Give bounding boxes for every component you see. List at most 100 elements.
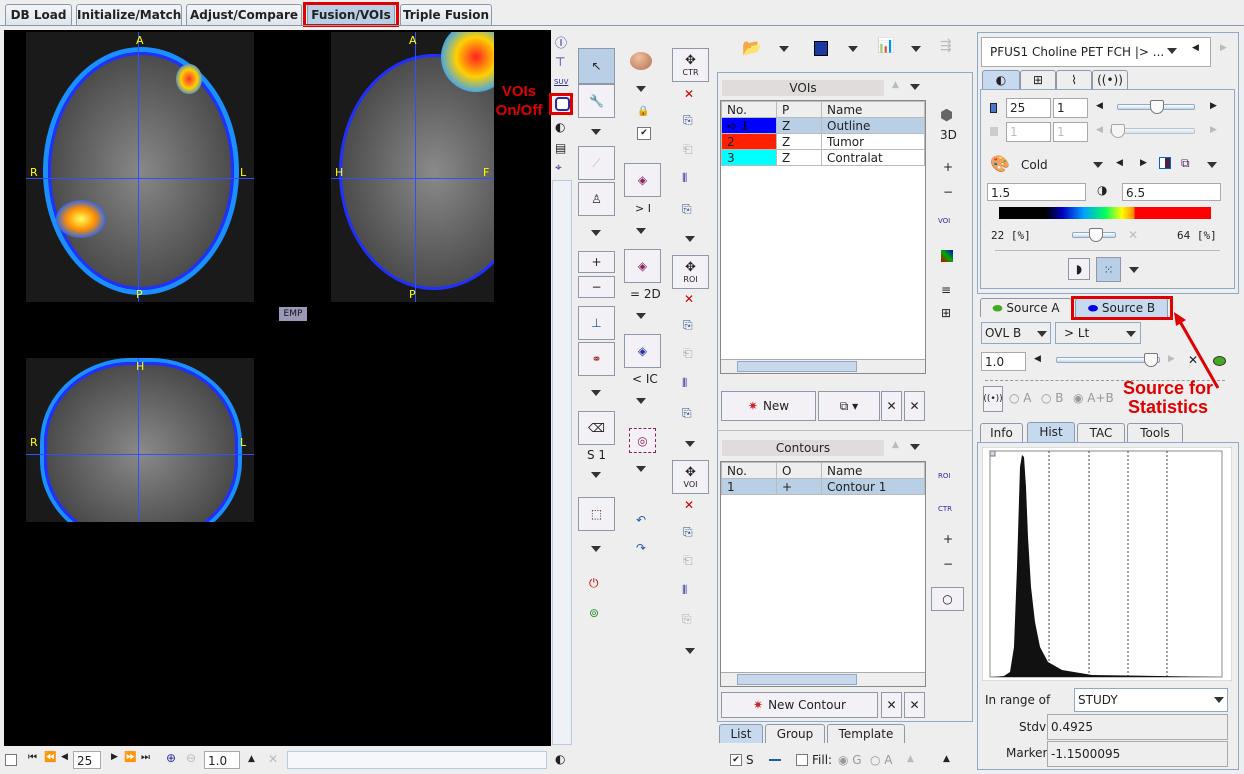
remove-voi-button[interactable]: − [943, 185, 953, 199]
frame2-slider[interactable] [1110, 124, 1195, 138]
power-icon[interactable]: ⏻ [589, 576, 599, 591]
dropdown-arrow[interactable] [848, 46, 858, 52]
threshold-gt-button[interactable]: ◈ [624, 163, 661, 197]
dropdown-arrow[interactable] [1207, 162, 1217, 168]
3d-label[interactable]: 3D [940, 128, 957, 142]
print-icon[interactable]: ▤ [555, 141, 566, 155]
max-input[interactable]: 6.5 [1122, 183, 1221, 201]
col-no[interactable]: No. [721, 462, 777, 479]
dropdown-arrow[interactable] [685, 441, 695, 447]
paste-icon[interactable]: ⎗ [683, 346, 693, 361]
tab-source-a[interactable]: ⬬ Source A [980, 298, 1072, 317]
tab-layout[interactable]: ⊞ [1020, 70, 1056, 89]
next-icon[interactable]: ▶ [1210, 125, 1217, 135]
copy-icon[interactable]: ⎘ [683, 113, 693, 128]
threshold-2d-button[interactable]: ◈ [624, 249, 661, 283]
tab-db-load[interactable]: DB Load [5, 4, 72, 25]
coronal-image[interactable]: H R L [26, 358, 254, 522]
mirror-icon[interactable]: ⦀ [682, 376, 687, 391]
axial-image[interactable]: A P R L [26, 32, 254, 302]
roi-move-button[interactable]: ✥ ROI [672, 255, 709, 289]
slider-thumb[interactable] [1143, 353, 1158, 367]
dropdown-arrow[interactable] [1214, 697, 1224, 703]
voi-icon[interactable]: VOI [938, 217, 950, 225]
zoom-input[interactable]: 1.0 [204, 751, 240, 769]
ctr-icon[interactable]: CTR [938, 505, 952, 513]
sagittal-image[interactable]: A P H F [331, 32, 494, 302]
fusion-stats-button[interactable]: ((•)) [983, 386, 1003, 412]
combine-button[interactable]: ⧉ ▾ [818, 391, 880, 421]
new-contour-button[interactable]: ✷ New Contour [721, 692, 878, 718]
zoom-plus-button[interactable]: + [578, 251, 615, 273]
voi-row[interactable]: 3 Z Contralat [721, 149, 925, 166]
checkbox-icon[interactable]: ✔ [637, 127, 651, 140]
col-name[interactable]: Name [821, 101, 925, 118]
next-icon[interactable]: ▶ [1220, 43, 1227, 53]
dropdown-arrow[interactable] [910, 84, 920, 90]
threshold-ic-button[interactable]: ◈ [624, 334, 661, 368]
horizontal-scrollbar[interactable] [287, 751, 547, 769]
slice-input[interactable]: 25 [73, 751, 101, 769]
tab-hist[interactable]: Hist [1027, 422, 1075, 442]
col-p[interactable]: P [776, 101, 822, 118]
tab-group[interactable]: Group [765, 724, 825, 743]
add-paste-icon[interactable]: ⎘ [682, 406, 692, 421]
delete-icon[interactable]: ✕ [684, 292, 694, 306]
first-slice-icon[interactable]: ⏮ [28, 752, 37, 763]
copy-icon[interactable]: ⎘ [683, 525, 693, 540]
invert-icon[interactable] [1159, 157, 1171, 169]
vertical-scrollbar[interactable] [552, 180, 572, 745]
dropdown-arrow[interactable] [1129, 267, 1139, 273]
contour-shape-button[interactable]: ○ [931, 587, 964, 611]
frame2-input[interactable]: 1 [1006, 122, 1051, 142]
dropdown-arrow[interactable] [636, 86, 646, 92]
suv-icon[interactable]: SUV [554, 78, 568, 86]
voi-table[interactable]: No. P Name ➪ 1 Z Outline 2 Z Tumor 3 Z Contralat [720, 100, 926, 374]
dropdown-arrow[interactable] [1037, 331, 1047, 337]
opacity-input[interactable]: 1.0 [981, 352, 1026, 371]
remove-contour-button[interactable]: − [943, 557, 953, 571]
contour-row[interactable]: 1 + Contour 1 [721, 478, 925, 495]
delete-all-contours-button[interactable]: ✕ [904, 692, 925, 718]
collapse-icon[interactable]: ▲ [943, 754, 950, 764]
col-o[interactable]: O [776, 462, 822, 479]
up-arrow-icon[interactable]: ▲ [892, 80, 899, 90]
next-frame-icon[interactable]: ▶ [1210, 101, 1217, 111]
reset-icon[interactable]: ✕ [1128, 228, 1138, 242]
tab-adjust-compare[interactable]: Adjust/Compare [186, 4, 302, 25]
dropdown-arrow[interactable] [1126, 331, 1136, 337]
tab-template[interactable]: Template [827, 724, 905, 743]
prev-colormap-icon[interactable]: ◀ [1116, 158, 1123, 168]
reset-icon[interactable]: ✕ [268, 752, 278, 766]
save-icon[interactable] [814, 41, 828, 56]
fast-forward-icon[interactable]: ⏩ [124, 752, 136, 763]
dropdown-arrow[interactable] [910, 444, 920, 450]
histogram-chart[interactable] [982, 447, 1232, 681]
tab-contrast[interactable]: ◐ [982, 70, 1020, 89]
fast-back-icon[interactable]: ⏪ [44, 752, 56, 763]
radio-g[interactable]: ◉ G [838, 753, 862, 767]
tab-chart[interactable]: ⌇ [1056, 70, 1092, 89]
add-contour-button[interactable]: + [943, 532, 953, 546]
paste-icon[interactable]: ⎗ [683, 553, 693, 568]
up-arrow-icon[interactable]: ▲ [892, 440, 899, 450]
dropdown-arrow[interactable] [591, 546, 601, 552]
prev-icon[interactable]: ◀ [1096, 125, 1103, 135]
window-slider[interactable] [1072, 228, 1116, 242]
emp-label[interactable]: EMP [279, 307, 307, 321]
sphere-icon[interactable] [630, 52, 652, 70]
colormap-select[interactable]: Cold [1021, 158, 1048, 172]
prev-frame-icon[interactable]: ◀ [1096, 101, 1103, 111]
image-viewer[interactable]: A P R L A P H F EMP H R L VOIs On/Off [4, 30, 551, 746]
dropdown-arrow[interactable] [911, 46, 921, 52]
grid-icon[interactable]: ⊞ [941, 306, 951, 320]
zoom-out-icon[interactable]: ⊖ [186, 751, 196, 765]
up-arrow-icon[interactable]: ▲ [248, 754, 255, 764]
edit-tool-button[interactable]: 🔧 [578, 84, 615, 118]
dropdown-arrow[interactable] [591, 230, 601, 236]
dropdown-arrow[interactable] [685, 236, 695, 242]
split-tool-button[interactable]: ⊥ [578, 306, 615, 340]
dropdown-arrow[interactable] [779, 46, 789, 52]
add-paste-icon[interactable]: ⎘ [682, 612, 692, 627]
ctr-move-button[interactable]: ✥ CTR [672, 48, 709, 82]
